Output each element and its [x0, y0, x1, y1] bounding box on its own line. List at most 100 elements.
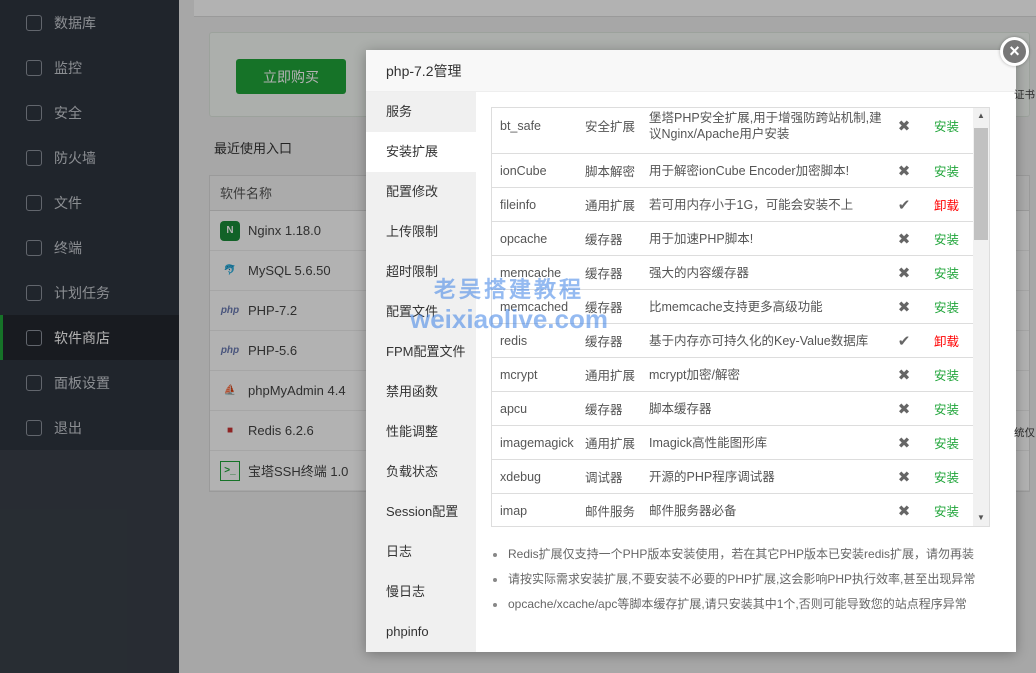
php-manage-dialog: php-7.2管理 服务安装扩展配置修改上传限制超时限制配置文件FPM配置文件禁… [366, 50, 1016, 652]
extension-description: 基于内存亦可持久化的Key-Value数据库 [649, 333, 884, 349]
extension-name: bt_safe [492, 119, 585, 133]
extension-description: 脚本缓存器 [649, 401, 884, 417]
extension-description: 堡塔PHP安全扩展,用于增强防跨站机制,建议Nginx/Apache用户安装 [649, 110, 884, 142]
install-link[interactable]: 安装 [934, 505, 959, 519]
extension-row: memcached缓存器比memcache支持更多高级功能✖ 安装 [492, 290, 974, 324]
cross-icon: ✖ [884, 366, 924, 384]
extension-type: 缓存器 [585, 331, 649, 350]
extension-type: 调试器 [585, 467, 649, 486]
extension-action-link: 安装 [924, 116, 974, 135]
extension-description: 比memcache支持更多高级功能 [649, 299, 884, 315]
extension-action-link: 安装 [924, 297, 974, 316]
install-link[interactable]: 安装 [934, 233, 959, 247]
extension-name: apcu [492, 402, 585, 416]
extension-row: mcrypt通用扩展mcrypt加密/解密✖ 安装 [492, 358, 974, 392]
cross-icon: ✖ [884, 162, 924, 180]
extension-action-link: 卸载 [924, 331, 974, 350]
dialog-menu-item[interactable]: 禁用函数 [366, 372, 476, 412]
extension-description: 开源的PHP程序调试器 [649, 469, 884, 485]
check-icon: ✔ [884, 332, 924, 350]
install-link[interactable]: 安装 [934, 301, 959, 315]
install-link[interactable]: 安装 [934, 120, 959, 134]
extension-action-link: 安装 [924, 467, 974, 486]
extension-type: 通用扩展 [585, 195, 649, 214]
extension-type: 缓存器 [585, 263, 649, 282]
extension-action-link: 安装 [924, 365, 974, 384]
dialog-menu-item[interactable]: 日志 [366, 532, 476, 572]
extension-row: imap邮件服务邮件服务器必备✖ 安装 [492, 494, 974, 527]
install-link[interactable]: 安装 [934, 165, 959, 179]
cross-icon: ✖ [884, 502, 924, 520]
scroll-down-icon[interactable]: ▼ [973, 510, 989, 526]
extension-description: Imagick高性能图形库 [649, 435, 884, 451]
extension-name: opcache [492, 232, 585, 246]
extension-name: mcrypt [492, 368, 585, 382]
cross-icon: ✖ [884, 230, 924, 248]
dialog-menu-item[interactable]: 慢日志 [366, 572, 476, 612]
extension-description: 用于加速PHP脚本! [649, 231, 884, 247]
scroll-up-icon[interactable]: ▲ [973, 108, 989, 124]
extension-action-link: 安装 [924, 433, 974, 452]
extension-type: 缓存器 [585, 229, 649, 248]
extension-row: apcu缓存器脚本缓存器✖ 安装 [492, 392, 974, 426]
extension-row: redis缓存器基于内存亦可持久化的Key-Value数据库✔ 卸载 [492, 324, 974, 358]
extension-description: 强大的内容缓存器 [649, 265, 884, 281]
extension-name: imap [492, 504, 585, 518]
extension-action-link: 安装 [924, 263, 974, 282]
extension-name: xdebug [492, 470, 585, 484]
extension-action-link: 安装 [924, 229, 974, 248]
install-link[interactable]: 安装 [934, 403, 959, 417]
extension-action-link: 安装 [924, 501, 974, 520]
extension-type: 邮件服务 [585, 501, 649, 520]
scrollbar-thumb[interactable] [974, 128, 988, 240]
dialog-menu-item[interactable]: 配置文件 [366, 292, 476, 332]
extension-row: imagemagick通用扩展Imagick高性能图形库✖安装 [492, 426, 974, 460]
dialog-menu-item[interactable]: 性能调整 [366, 412, 476, 452]
uninstall-link[interactable]: 卸载 [934, 335, 959, 349]
cross-icon: ✖ [884, 298, 924, 316]
extension-name: memcached [492, 300, 585, 314]
extension-row: opcache缓存器用于加速PHP脚本!✖ 安装 [492, 222, 974, 256]
extension-name: imagemagick [492, 436, 585, 450]
extension-row: fileinfo通用扩展若可用内存小于1G，可能会安装不上✔卸载 [492, 188, 974, 222]
extension-row: bt_safe安全扩展堡塔PHP安全扩展,用于增强防跨站机制,建议Nginx/A… [492, 107, 974, 154]
extension-description: 用于解密ionCube Encoder加密脚本! [649, 163, 884, 179]
extension-row: memcache缓存器强大的内容缓存器✖安装 [492, 256, 974, 290]
dialog-menu-item[interactable]: 负载状态 [366, 452, 476, 492]
extension-row: ionCube脚本解密用于解密ionCube Encoder加密脚本!✖安装 [492, 154, 974, 188]
dialog-menu-item[interactable]: 服务 [366, 92, 476, 132]
install-link[interactable]: 安装 [934, 437, 959, 451]
extension-name: redis [492, 334, 585, 348]
cross-icon: ✖ [884, 117, 924, 135]
uninstall-link[interactable]: 卸载 [934, 199, 959, 213]
install-link[interactable]: 安装 [934, 369, 959, 383]
dialog-menu-item[interactable]: 配置修改 [366, 172, 476, 212]
extension-row: xdebug调试器开源的PHP程序调试器✖安装 [492, 460, 974, 494]
dialog-menu-item[interactable]: phpinfo [366, 612, 476, 652]
extension-type: 缓存器 [585, 297, 649, 316]
cross-icon: ✖ [884, 400, 924, 418]
extension-action-link: 安装 [924, 161, 974, 180]
extension-action-link: 安装 [924, 399, 974, 418]
install-link[interactable]: 安装 [934, 267, 959, 281]
extension-description: mcrypt加密/解密 [649, 367, 884, 383]
note-item: 请按实际需求安装扩展,不要安装不必要的PHP扩展,这会影响PHP执行效率,甚至出… [491, 567, 1001, 592]
extension-type: 通用扩展 [585, 365, 649, 384]
install-link[interactable]: 安装 [934, 471, 959, 485]
extension-type: 缓存器 [585, 399, 649, 418]
extension-name: ionCube [492, 164, 585, 178]
dialog-menu-item[interactable]: Session配置 [366, 492, 476, 532]
extension-name: fileinfo [492, 198, 585, 212]
scrollbar[interactable]: ▲ ▼ [973, 108, 989, 526]
dialog-menu-item[interactable]: FPM配置文件 [366, 332, 476, 372]
close-dialog-button[interactable]: × [1000, 37, 1029, 66]
dialog-menu-item[interactable]: 安装扩展 [366, 132, 476, 172]
note-item: opcache/xcache/apc等脚本缓存扩展,请只安装其中1个,否则可能导… [491, 592, 1001, 617]
dialog-menu-item[interactable]: 上传限制 [366, 212, 476, 252]
check-icon: ✔ [884, 196, 924, 214]
dialog-title: php-7.2管理 [366, 50, 1016, 92]
extension-description: 邮件服务器必备 [649, 503, 884, 519]
note-item: Redis扩展仅支持一个PHP版本安装使用，若在其它PHP版本已安装redis扩… [491, 542, 1001, 567]
dialog-menu-item[interactable]: 超时限制 [366, 252, 476, 292]
dialog-menu: 服务安装扩展配置修改上传限制超时限制配置文件FPM配置文件禁用函数性能调整负载状… [366, 92, 476, 652]
